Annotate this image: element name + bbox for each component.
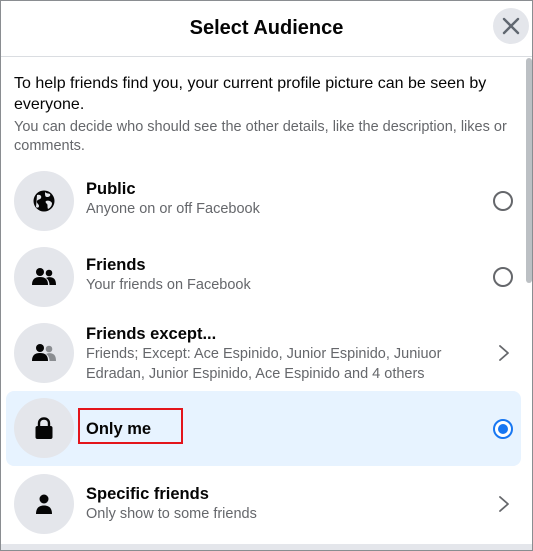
dialog-header: Select Audience xyxy=(1,1,532,57)
intro-text: To help friends find you, your current p… xyxy=(14,73,519,156)
dialog-body: To help friends find you, your current p… xyxy=(1,58,532,550)
option-text: Friends Your friends on Facebook xyxy=(86,254,251,296)
option-text: Specific friends Only show to some frien… xyxy=(86,483,257,525)
chevron-right-icon[interactable] xyxy=(497,343,511,363)
option-only-me[interactable]: Only me xyxy=(6,391,521,466)
close-icon xyxy=(502,17,520,35)
chevron-right-icon[interactable] xyxy=(497,494,511,514)
option-title: Friends except... xyxy=(86,325,217,343)
option-text: Only me xyxy=(86,418,151,440)
option-public[interactable]: Public Anyone on or off Facebook xyxy=(6,166,521,236)
option-icon-circle xyxy=(14,247,74,307)
scrollbar-thumb[interactable] xyxy=(526,58,532,283)
option-desc: Only show to some friends xyxy=(86,506,257,522)
friends-except-icon xyxy=(32,344,56,361)
option-title: Friends xyxy=(86,256,146,274)
option-icon-circle xyxy=(14,171,74,231)
option-desc: Friends; Except: Ace Espinido, Junior Es… xyxy=(86,346,442,382)
close-button[interactable] xyxy=(493,8,529,44)
lock-icon xyxy=(35,417,53,439)
option-title: Only me xyxy=(86,420,152,438)
option-friends-except[interactable]: Friends except... Friends; Except: Ace E… xyxy=(6,318,521,388)
option-desc: Anyone on or off Facebook xyxy=(86,201,260,217)
option-title: Public xyxy=(86,180,136,198)
intro-main-text: To help friends find you, your current p… xyxy=(14,75,487,113)
person-icon xyxy=(36,494,52,514)
option-title: Specific friends xyxy=(86,485,209,503)
option-text: Friends except... Friends; Except: Ace E… xyxy=(86,323,451,384)
friends-icon xyxy=(32,268,56,285)
option-text: Public Anyone on or off Facebook xyxy=(86,178,260,220)
option-radio[interactable] xyxy=(493,267,513,287)
option-specific-friends[interactable]: Specific friends Only show to some frien… xyxy=(6,471,521,541)
option-icon-circle xyxy=(14,474,74,534)
option-radio[interactable] xyxy=(493,191,513,211)
dialog-title: Select Audience xyxy=(189,17,344,39)
next-option-edge xyxy=(1,544,532,550)
option-desc: Your friends on Facebook xyxy=(86,277,251,293)
option-icon-circle xyxy=(14,323,74,383)
option-friends[interactable]: Friends Your friends on Facebook xyxy=(6,242,521,312)
intro-sub-text: You can decide who should see the other … xyxy=(14,119,507,154)
select-audience-dialog: Select Audience To help friends find you… xyxy=(0,0,533,551)
option-radio-selected[interactable] xyxy=(493,419,513,439)
option-icon-circle xyxy=(14,398,74,458)
globe-icon xyxy=(33,190,55,212)
